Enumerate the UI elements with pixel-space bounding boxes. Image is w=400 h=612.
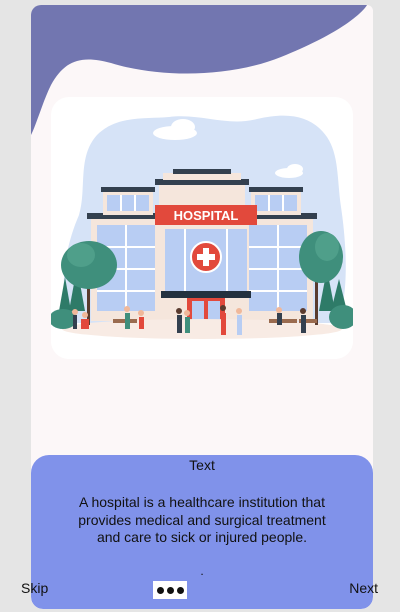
panel-description: A hospital is a healthcare institution t… [78, 494, 326, 545]
skip-button[interactable]: Skip [21, 580, 48, 596]
hospital-illustration: HOSPITAL [51, 97, 353, 359]
next-button[interactable]: Next [349, 580, 378, 596]
hospital-sign-text: HOSPITAL [174, 208, 239, 223]
more-dots-button[interactable] [153, 581, 187, 599]
more-dots-icon [156, 586, 164, 594]
panel-title: Text [189, 457, 215, 473]
more-dots-icon [166, 586, 174, 594]
panel-dot: . [200, 564, 204, 578]
info-panel: Text A hospital is a healthcare institut… [31, 455, 373, 609]
hospital-building-image: HOSPITAL [51, 115, 353, 359]
more-dots-icon [176, 586, 184, 594]
onboarding-screen: HOSPITAL Text A hospital is a healthcare… [31, 5, 373, 609]
